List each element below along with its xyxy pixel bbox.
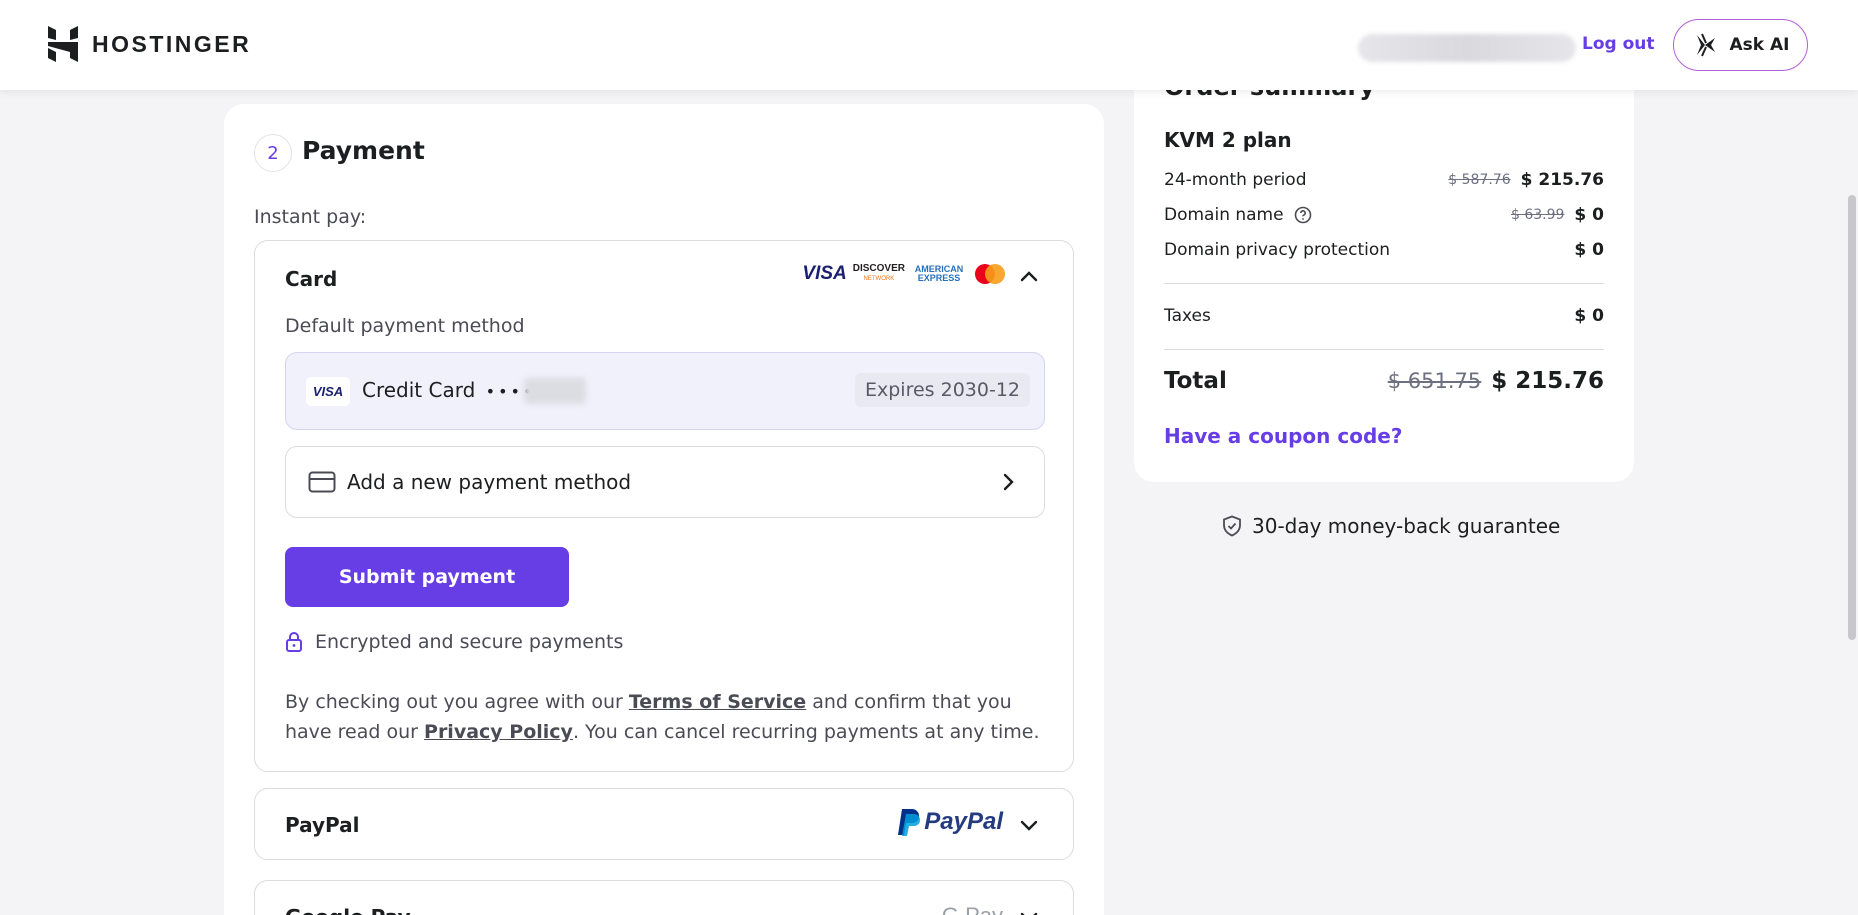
discover-logo: DISCOVER NETWORK — [852, 263, 905, 283]
credit-card-icon — [308, 471, 336, 493]
ask-ai-label: Ask AI — [1729, 35, 1790, 55]
add-payment-method-button[interactable]: Add a new payment method — [285, 446, 1045, 518]
saved-card-option[interactable]: VISA Credit Card •••• Expires 2030-12 — [285, 352, 1045, 430]
payment-panel: 2 Payment Instant pay: Card VISA DISCOVE… — [224, 104, 1104, 915]
card-payment-section: Card VISA DISCOVER NETWORK AMERICAN EXPR… — [254, 240, 1074, 772]
hostinger-logo-icon — [48, 26, 78, 62]
top-header: HOSTINGER Log out Ask AI — [0, 0, 1858, 90]
summary-divider — [1164, 349, 1604, 350]
default-method-label: Default payment method — [285, 315, 525, 337]
visa-logo: VISA — [802, 263, 847, 284]
hostinger-logo[interactable]: HOSTINGER — [48, 26, 251, 62]
summary-divider — [1164, 283, 1604, 284]
domain-price: $ 0 — [1574, 205, 1604, 225]
shield-check-icon — [1223, 515, 1241, 537]
summary-row-taxes: Taxes $ 0 — [1164, 306, 1604, 326]
total-label: Total — [1164, 368, 1227, 394]
google-pay-option[interactable]: Google Pay G Pay — [254, 880, 1074, 915]
instant-pay-label: Instant pay: — [254, 206, 367, 228]
google-pay-logo: G Pay — [942, 903, 1003, 915]
total-price: $ 215.76 — [1491, 368, 1604, 394]
secure-label: Encrypted and secure payments — [315, 631, 624, 653]
order-summary-panel: Order summary KVM 2 plan 24-month period… — [1134, 60, 1634, 482]
money-back-guarantee: 30-day money-back guarantee — [1222, 514, 1560, 538]
account-email-redacted — [1358, 34, 1576, 62]
privacy-policy-link[interactable]: Privacy Policy — [424, 721, 573, 743]
guarantee-label: 30-day money-back guarantee — [1252, 514, 1561, 538]
chevron-up-icon[interactable] — [1019, 267, 1039, 287]
summary-row-privacy: Domain privacy protection $ 0 — [1164, 240, 1604, 260]
submit-payment-button[interactable]: Submit payment — [285, 547, 569, 607]
privacy-price: $ 0 — [1574, 240, 1604, 260]
logout-link[interactable]: Log out — [1582, 34, 1655, 54]
summary-row-domain: Domain name $ 63.99 $ 0 — [1164, 205, 1604, 225]
amex-logo: AMERICAN EXPRESS — [914, 264, 964, 283]
taxes-price: $ 0 — [1574, 306, 1604, 326]
domain-old-price: $ 63.99 — [1510, 207, 1565, 223]
card-brand-logos: VISA DISCOVER NETWORK AMERICAN EXPRESS — [802, 263, 1007, 285]
paypal-p-icon — [898, 809, 921, 836]
chevron-right-icon — [1003, 473, 1014, 491]
chevron-down-icon — [1020, 820, 1038, 831]
paypal-title: PayPal — [285, 813, 360, 837]
step-number: 2 — [254, 134, 292, 172]
saved-card-label: Credit Card •••• — [362, 378, 536, 402]
paypal-logo: PayPal — [896, 807, 1003, 837]
plan-name: KVM 2 plan — [1164, 128, 1292, 152]
chevron-down-icon — [1020, 912, 1038, 915]
secure-payments-note: Encrypted and secure payments — [285, 631, 623, 653]
summary-total-row: Total $ 651.75 $ 215.76 — [1164, 368, 1604, 394]
card-last-digits-redacted — [524, 378, 586, 404]
period-price: $ 215.76 — [1520, 170, 1604, 190]
page-scrollbar[interactable] — [1848, 195, 1856, 640]
ai-sparkle-icon — [1696, 33, 1715, 57]
add-method-label: Add a new payment method — [347, 470, 632, 494]
terms-of-service-link[interactable]: Terms of Service — [629, 691, 806, 713]
total-old-price: $ 651.75 — [1387, 369, 1482, 393]
paypal-option[interactable]: PayPal PayPal — [254, 788, 1074, 860]
lock-icon — [286, 632, 302, 652]
summary-row-period: 24-month period $ 587.76 $ 215.76 — [1164, 170, 1604, 190]
mastercard-logo-icon — [975, 264, 1005, 284]
ask-ai-button[interactable]: Ask AI — [1673, 19, 1808, 71]
terms-text: By checking out you agree with our Terms… — [285, 691, 1040, 743]
card-expiry: Expires 2030-12 — [855, 373, 1030, 407]
period-old-price: $ 587.76 — [1448, 172, 1511, 188]
card-section-title[interactable]: Card — [285, 267, 337, 291]
coupon-code-link[interactable]: Have a coupon code? — [1164, 424, 1402, 448]
help-icon[interactable] — [1294, 206, 1312, 224]
google-pay-title: Google Pay — [285, 905, 411, 915]
payment-title: Payment — [302, 136, 425, 165]
visa-badge: VISA — [306, 377, 350, 406]
logo-text: HOSTINGER — [92, 30, 252, 57]
